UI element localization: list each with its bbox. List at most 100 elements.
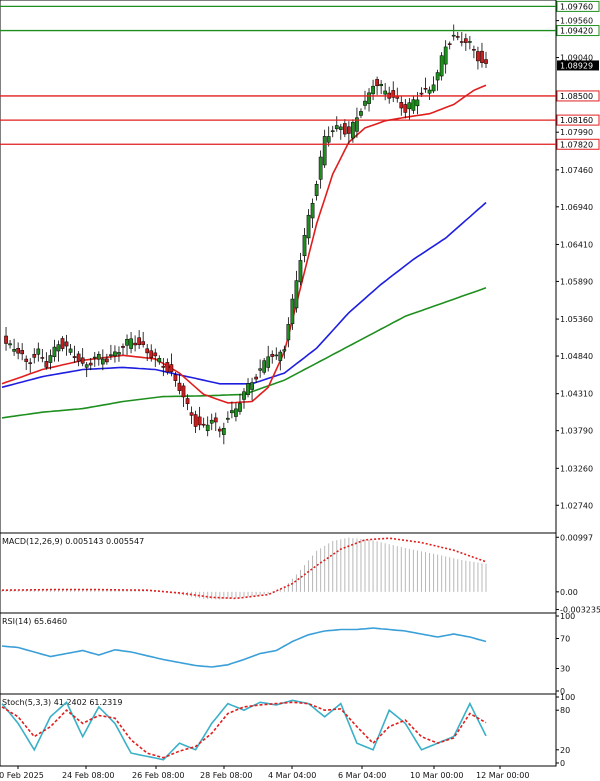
level-label: 1.08160 [560,116,593,125]
candle-bull [129,338,133,349]
rsi-pane[interactable]: RSI(14) 65.6460 10070300 [0,612,575,696]
candle-bull [226,417,230,420]
price-tick-label: 1.02740 [560,501,593,510]
candle-bear [217,428,222,432]
candle-bull [439,55,444,77]
candle-bear [447,43,452,45]
price-tick-label: 1.07990 [560,128,593,137]
candle-bull [68,348,73,353]
candle-bear [484,59,488,64]
candle-bear [44,361,49,368]
candle-bull [278,351,283,361]
candle-bull [250,382,254,390]
price-tick-label: 1.06410 [560,240,593,249]
candle-bull [113,351,117,357]
forex-chart[interactable]: 1.095601.090401.079901.074601.069401.064… [0,0,600,781]
candle-bull [351,121,355,139]
candle-bear [254,376,258,380]
stoch-pane[interactable]: Stoch(5,3,3) 41.2402 61.2319 10080200 [0,693,575,768]
candle-bear [185,398,190,404]
time-tick-label: 12 Mar 00:00 [476,771,529,780]
candle-bear [347,126,351,134]
candle-bear [60,338,65,349]
candle-bear [149,350,154,358]
stoch-tick-label: 20 [560,746,570,755]
candle-bear [72,356,77,358]
stoch-tick-label: 100 [560,693,575,702]
candle-bull [379,83,383,87]
time-tick-label: 20 Feb 2025 [0,771,44,780]
level-label: 1.09760 [560,2,593,11]
candle-bear [476,51,480,62]
candle-bear [88,362,93,366]
time-tick-label: 28 Feb 08:00 [200,771,252,780]
candle-bear [419,92,424,95]
candle-bull [371,85,375,95]
price-tick-label: 1.07460 [560,166,593,175]
candle-bear [16,347,20,354]
candle-bear [455,36,460,38]
candle-bull [84,364,89,368]
candle-bull [8,343,12,346]
price-tick-label: 1.04840 [560,352,593,361]
candle-bull [367,92,371,104]
candle-bull [230,410,234,414]
candle-bear [177,382,182,391]
candle-bull [294,280,299,309]
candle-bear [463,38,468,43]
candle-bull [290,298,295,324]
candle-bear [76,353,81,362]
candle-bull [286,324,291,341]
rsi-tick-label: 70 [560,635,570,644]
candle-bull [407,102,412,110]
candle-bull [56,344,61,352]
candle-bear [342,123,347,135]
price-pane[interactable] [0,0,557,534]
candle-bull [306,214,311,239]
price-tick-label: 1.06940 [560,203,593,212]
candle-bear [201,423,206,426]
candle-bear [213,417,218,423]
candle-bear [28,362,33,364]
candle-bull [52,346,57,357]
candle-bull [238,403,242,412]
candle-bull [415,99,420,107]
candle-bear [165,362,170,373]
candle-bull [451,34,456,37]
candle-bull [468,41,472,43]
candle-bull [338,126,343,130]
macd-pane[interactable]: MACD(12,26,9) 0.005143 0.005547 0.00997 0… [0,532,600,615]
candle-bear [141,341,146,345]
price-tick-label: 1.03790 [560,427,593,436]
candle-bear [189,412,194,416]
candle-bear [181,385,186,398]
candle-bear [399,102,404,109]
time-tick-label: 26 Feb 08:00 [132,771,184,780]
macd-tick-label: 0.00 [560,588,578,597]
time-tick-label: 24 Feb 08:00 [62,771,114,780]
candle-bear [32,354,37,358]
candle-bull [359,111,363,116]
candle-bull [427,89,432,94]
candle-bear [24,358,29,362]
stoch-tick-label: 80 [560,706,570,715]
candle-bear [197,416,202,426]
candle-bear [459,41,464,43]
candle-bull [431,84,436,92]
candle-bull [330,130,335,132]
price-tick-label: 1.05890 [560,277,593,286]
candle-bull [117,352,121,355]
candle-bear [480,50,484,63]
candle-bear [133,342,137,346]
candle-bull [125,338,129,346]
candle-bear [4,335,8,344]
candle-bear [137,337,141,346]
candle-bear [169,364,174,373]
candle-bull [242,391,246,400]
candle-bear [270,354,275,357]
macd-tick-label: 0.00997 [560,533,593,542]
candle-bull [334,125,339,130]
candle-bull [262,360,267,373]
candle-bull [48,355,53,363]
candle-bull [318,156,323,180]
